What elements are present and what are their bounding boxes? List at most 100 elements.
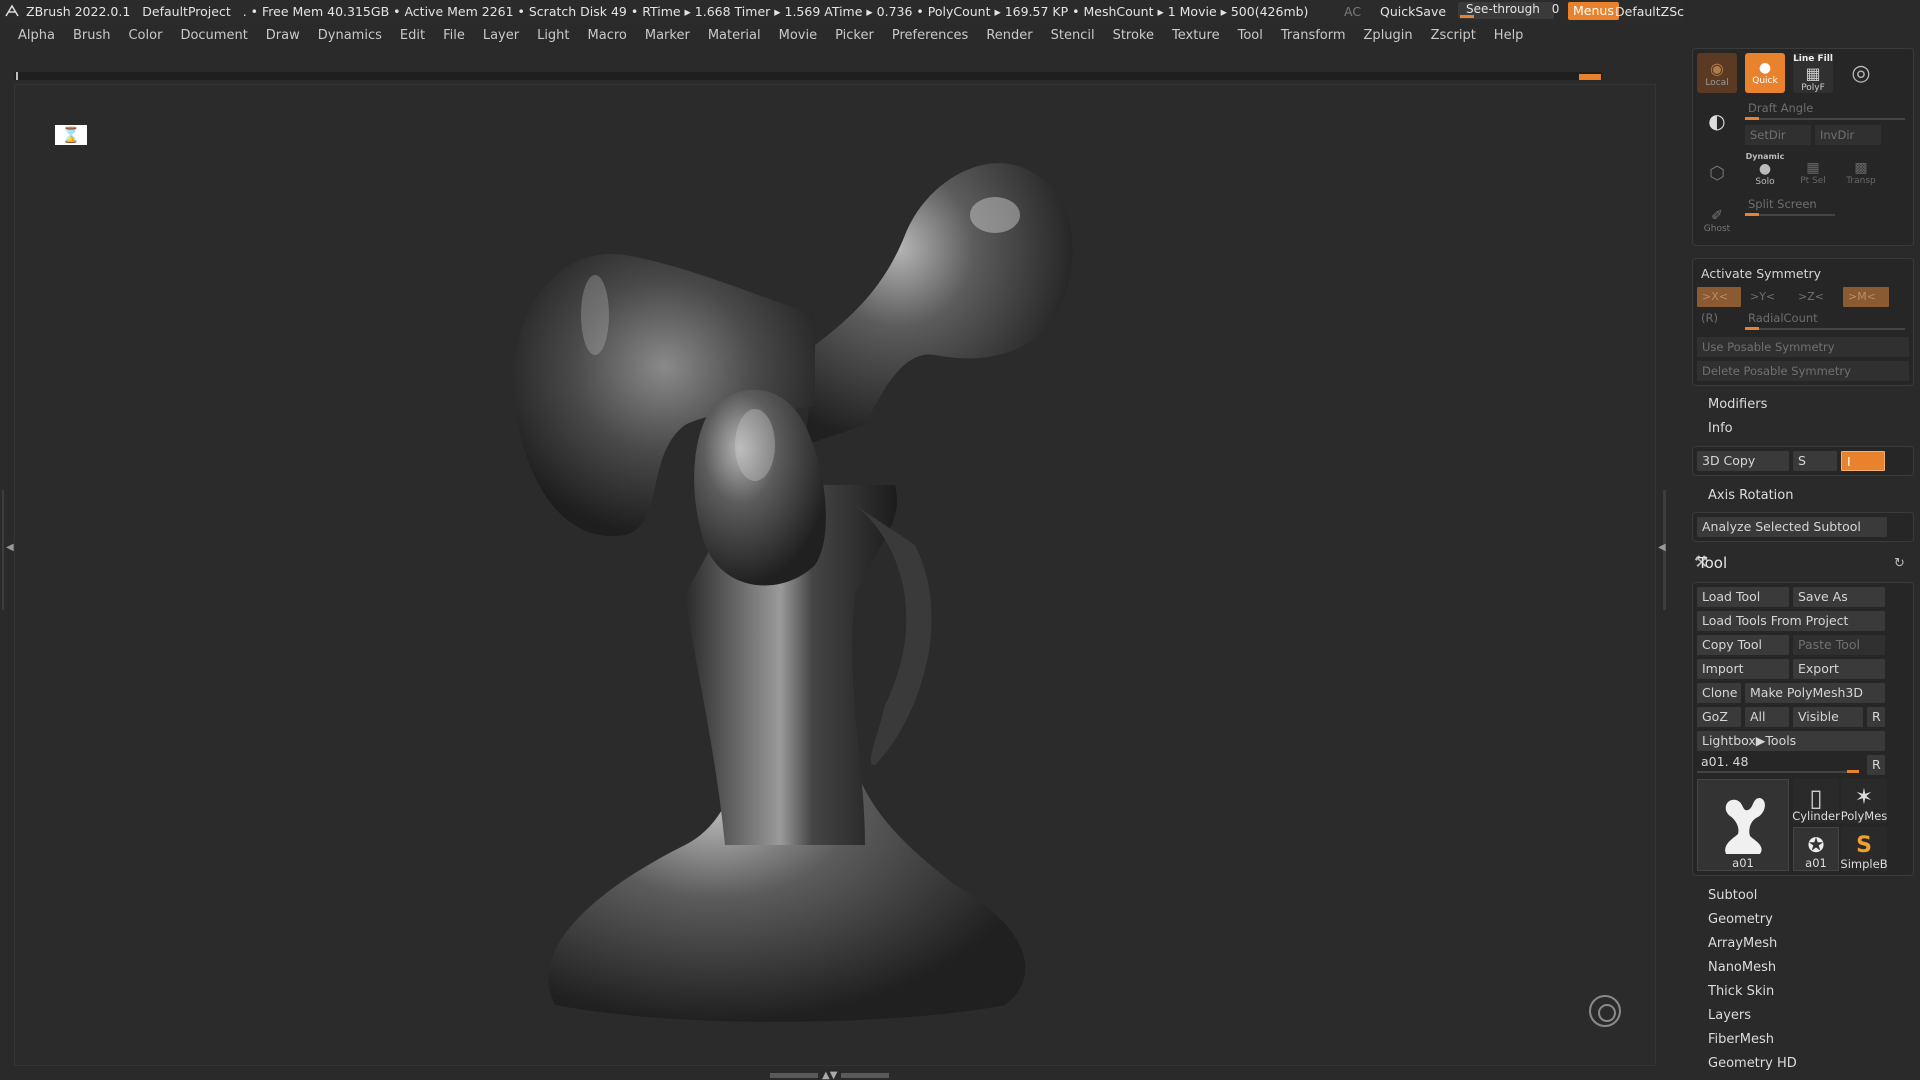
thick-skin-section[interactable]: Thick Skin xyxy=(1708,984,1774,999)
make-polymesh3d-button[interactable]: Make PolyMesh3D xyxy=(1745,683,1885,703)
goz-visible-button[interactable]: Visible xyxy=(1793,707,1863,727)
tool-refresh-icon[interactable]: ↻ xyxy=(1894,556,1905,571)
menu-file[interactable]: File xyxy=(434,25,474,47)
draft-angle-track[interactable] xyxy=(1745,118,1905,120)
modifiers-section[interactable]: Modifiers xyxy=(1708,397,1767,412)
local-button[interactable]: ◉ Local xyxy=(1697,53,1737,93)
sym-m-button[interactable]: >M< xyxy=(1843,287,1889,307)
axis-rotation-section[interactable]: Axis Rotation xyxy=(1708,488,1793,503)
canvas-figure-icon[interactable]: ⌛ xyxy=(55,125,87,145)
quicksave-button[interactable]: QuickSave xyxy=(1380,4,1446,19)
menu-draw[interactable]: Draw xyxy=(257,25,309,47)
seethrough-slider[interactable]: See-through 0 xyxy=(1458,2,1559,19)
lightbox-tools-button[interactable]: Lightbox▶Tools xyxy=(1697,731,1885,751)
polyf-button[interactable]: Line Fill ▦ PolyF xyxy=(1793,53,1833,93)
subtool-section[interactable]: Subtool xyxy=(1708,888,1757,903)
ghost-button[interactable]: ✐ Ghost xyxy=(1697,201,1737,241)
setdir-button[interactable]: SetDir xyxy=(1745,125,1811,145)
clone-button[interactable]: Clone xyxy=(1697,683,1741,703)
copy3d-input[interactable]: I xyxy=(1841,451,1885,471)
menu-texture[interactable]: Texture xyxy=(1163,25,1229,47)
menu-brush[interactable]: Brush xyxy=(64,25,120,47)
menus-button[interactable]: Menus xyxy=(1568,2,1619,20)
menu-preferences[interactable]: Preferences xyxy=(883,25,977,47)
tool-palette-title[interactable]: Tool xyxy=(1698,554,1727,572)
use-posable-symmetry-button[interactable]: Use Posable Symmetry xyxy=(1697,337,1909,357)
info-section[interactable]: Info xyxy=(1708,421,1733,436)
goz-r-button[interactable]: R xyxy=(1867,707,1885,727)
geometry-section[interactable]: Geometry xyxy=(1708,912,1773,927)
menu-picker[interactable]: Picker xyxy=(826,25,883,47)
menu-render[interactable]: Render xyxy=(977,25,1041,47)
radial-count-track[interactable] xyxy=(1745,328,1905,330)
tool-thumb-polymesh[interactable]: ✶ PolyMes xyxy=(1841,779,1887,823)
frame-button[interactable]: ⬡ xyxy=(1697,153,1737,193)
menu-color[interactable]: Color xyxy=(119,25,171,47)
menu-stencil[interactable]: Stencil xyxy=(1042,25,1104,47)
layers-section[interactable]: Layers xyxy=(1708,1008,1751,1023)
import-button[interactable]: Import xyxy=(1697,659,1789,679)
menu-edit[interactable]: Edit xyxy=(391,25,434,47)
menu-marker[interactable]: Marker xyxy=(636,25,699,47)
tool-thumb-a01-small[interactable]: ✪ a01 xyxy=(1793,827,1839,871)
sculpt-model[interactable] xyxy=(485,125,1145,1055)
menu-transform[interactable]: Transform xyxy=(1272,25,1355,47)
invdir-button[interactable]: InvDir xyxy=(1815,125,1881,145)
bottom-tray-handle[interactable]: ▲▼ xyxy=(770,1070,900,1080)
copy3d-s-button[interactable]: S xyxy=(1793,451,1837,471)
ghost-label: Ghost xyxy=(1703,224,1731,234)
right-tray-handle[interactable]: ◀ xyxy=(1658,490,1666,610)
menu-light[interactable]: Light xyxy=(528,25,578,47)
menu-document[interactable]: Document xyxy=(171,25,256,47)
menu-layer[interactable]: Layer xyxy=(474,25,528,47)
load-tools-from-project-button[interactable]: Load Tools From Project xyxy=(1697,611,1885,631)
tool-thumb-cylinder[interactable]: ▯ Cylinder xyxy=(1792,779,1840,823)
left-tray-handle[interactable]: ◀ xyxy=(2,490,14,610)
analyze-subtool-button[interactable]: Analyze Selected Subtool xyxy=(1697,517,1887,537)
menu-zscript[interactable]: Zscript xyxy=(1422,25,1485,47)
arraymesh-section[interactable]: ArrayMesh xyxy=(1708,936,1777,951)
copy-tool-button[interactable]: Copy Tool xyxy=(1697,635,1789,655)
ptsel-button[interactable]: ▦ Pt Sel xyxy=(1793,153,1833,193)
sphere-button[interactable]: ◎ xyxy=(1841,53,1881,93)
delete-posable-symmetry-button[interactable]: Delete Posable Symmetry xyxy=(1697,361,1909,381)
menu-zplugin[interactable]: Zplugin xyxy=(1355,25,1422,47)
goz-all-button[interactable]: All xyxy=(1745,707,1789,727)
app-version: ZBrush 2022.0.1 xyxy=(26,3,131,19)
tool-thumb-a01[interactable]: a01 xyxy=(1697,779,1789,871)
menu-macro[interactable]: Macro xyxy=(579,25,636,47)
menu-alpha[interactable]: Alpha xyxy=(0,25,64,47)
load-tool-button[interactable]: Load Tool xyxy=(1697,587,1789,607)
fibermesh-section[interactable]: FiberMesh xyxy=(1708,1032,1774,1047)
timeline-marker[interactable] xyxy=(1579,74,1601,80)
menu-stroke[interactable]: Stroke xyxy=(1104,25,1163,47)
contrast-button[interactable]: ◐ xyxy=(1697,101,1737,141)
goz-button[interactable]: GoZ xyxy=(1697,707,1741,727)
menu-dynamics[interactable]: Dynamics xyxy=(309,25,391,47)
sym-r-button[interactable]: (R) xyxy=(1701,311,1718,325)
menu-tool[interactable]: Tool xyxy=(1229,25,1272,47)
sym-y-button[interactable]: >Y< xyxy=(1745,287,1789,307)
nanomesh-section[interactable]: NanoMesh xyxy=(1708,960,1776,975)
navigation-gyro-icon[interactable] xyxy=(1589,995,1621,1027)
menu-movie[interactable]: Movie xyxy=(770,25,826,47)
sym-x-button[interactable]: >X< xyxy=(1697,287,1741,307)
tool-thumb-simpleb[interactable]: S SimpleB xyxy=(1840,827,1888,871)
sym-z-button[interactable]: >Z< xyxy=(1793,287,1837,307)
export-button[interactable]: Export xyxy=(1793,659,1885,679)
quick-button[interactable]: ● Quick xyxy=(1745,53,1785,93)
document-canvas[interactable]: ⌛ xyxy=(14,84,1656,1066)
geometry-hd-section[interactable]: Geometry HD xyxy=(1708,1056,1797,1071)
transp-button[interactable]: ▩ Transp xyxy=(1841,153,1881,193)
solo-button[interactable]: Dynamic ● Solo xyxy=(1745,149,1785,189)
timeline[interactable] xyxy=(14,72,1602,80)
copy3d-button[interactable]: 3D Copy xyxy=(1697,451,1789,471)
current-tool-r-button[interactable]: R xyxy=(1867,755,1885,775)
menu-material[interactable]: Material xyxy=(699,25,770,47)
menu-help[interactable]: Help xyxy=(1485,25,1533,47)
paste-tool-button[interactable]: Paste Tool xyxy=(1793,635,1885,655)
current-tool-track[interactable] xyxy=(1697,771,1859,773)
ac-toggle[interactable]: AC xyxy=(1344,4,1361,19)
save-as-button[interactable]: Save As xyxy=(1793,587,1885,607)
activate-symmetry-button[interactable]: Activate Symmetry xyxy=(1701,266,1821,281)
